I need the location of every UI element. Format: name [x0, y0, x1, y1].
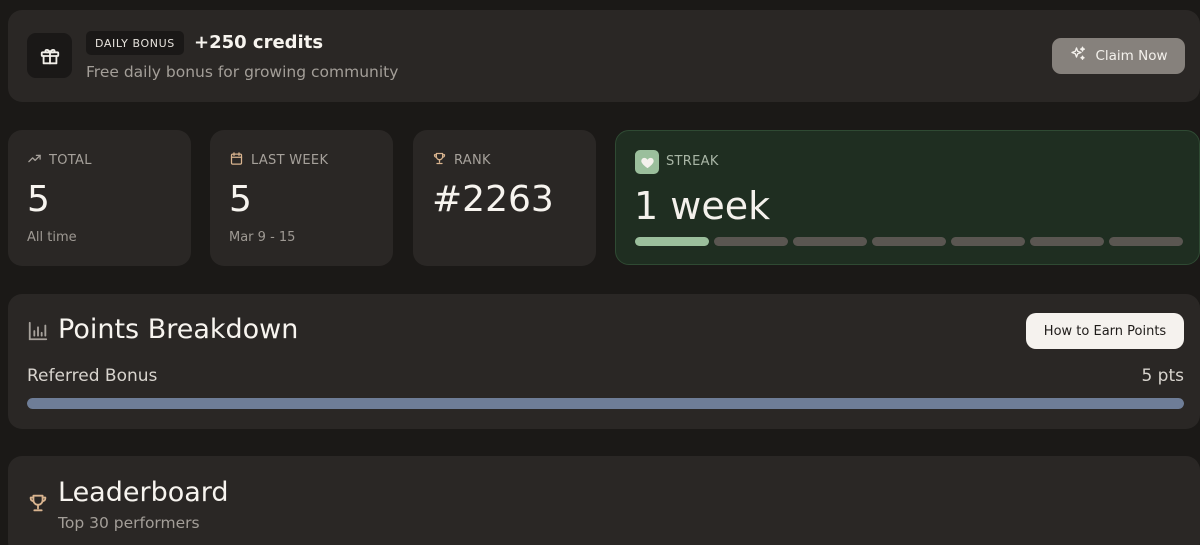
bonus-amount: +250 credits: [194, 32, 324, 53]
breakdown-row-label: Referred Bonus: [27, 366, 158, 386]
calendar-icon: [229, 151, 244, 170]
trophy-icon: [27, 492, 49, 518]
total-stat-label: TOTAL: [49, 153, 92, 168]
breakdown-row-track: [27, 398, 1184, 409]
streak-segment: [951, 237, 1025, 246]
rank-stat-label: RANK: [454, 153, 491, 168]
streak-segment: [1030, 237, 1104, 246]
last-week-stat-header: LAST WEEK: [229, 151, 328, 170]
streak-segment: [714, 237, 788, 246]
total-stat-card: TOTAL 5 All time: [8, 130, 191, 266]
streak-segment: [793, 237, 867, 246]
last-week-stat-value: 5: [229, 179, 252, 220]
streak-segment: [635, 237, 709, 246]
streak-value: 1 week: [634, 184, 771, 228]
breakdown-row-value: 5 pts: [1141, 366, 1184, 386]
daily-bonus-card: DAILY BONUS +250 credits Free daily bonu…: [8, 10, 1200, 102]
points-breakdown-card: Points Breakdown How to Earn Points Refe…: [8, 294, 1200, 429]
claim-now-button[interactable]: Claim Now: [1052, 38, 1185, 74]
sparkles-icon: [1069, 45, 1087, 67]
total-stat-sub: All time: [27, 230, 77, 245]
how-to-earn-points-button[interactable]: How to Earn Points: [1026, 313, 1184, 349]
streak-segment: [1109, 237, 1183, 246]
streak-segment: [872, 237, 946, 246]
trophy-icon: [432, 151, 447, 170]
leaderboard-title: Leaderboard: [58, 477, 229, 508]
bonus-description: Free daily bonus for growing community: [86, 63, 399, 81]
rank-stat-header: RANK: [432, 151, 491, 170]
rank-stat-card: RANK #2263: [413, 130, 596, 266]
points-breakdown-title: Points Breakdown: [58, 314, 299, 345]
total-stat-value: 5: [27, 179, 50, 220]
streak-card: STREAK 1 week: [615, 130, 1200, 265]
daily-bonus-badge: DAILY BONUS: [86, 31, 184, 55]
gift-icon: [27, 33, 72, 78]
breakdown-row-fill: [27, 398, 1184, 409]
claim-now-label: Claim Now: [1095, 48, 1168, 64]
last-week-stat-card: LAST WEEK 5 Mar 9 - 15: [210, 130, 393, 266]
streak-progress: [635, 237, 1183, 246]
leaderboard-subtitle: Top 30 performers: [58, 514, 200, 532]
last-week-stat-sub: Mar 9 - 15: [229, 230, 296, 245]
trending-up-icon: [27, 151, 42, 170]
streak-label: STREAK: [666, 154, 719, 169]
leaderboard-card: Leaderboard Top 30 performers: [8, 456, 1200, 545]
heart-icon: [635, 150, 659, 174]
last-week-stat-label: LAST WEEK: [251, 153, 329, 168]
bar-chart-icon: [27, 320, 49, 346]
total-stat-header: TOTAL: [27, 151, 92, 170]
rank-stat-value: #2263: [432, 179, 554, 220]
